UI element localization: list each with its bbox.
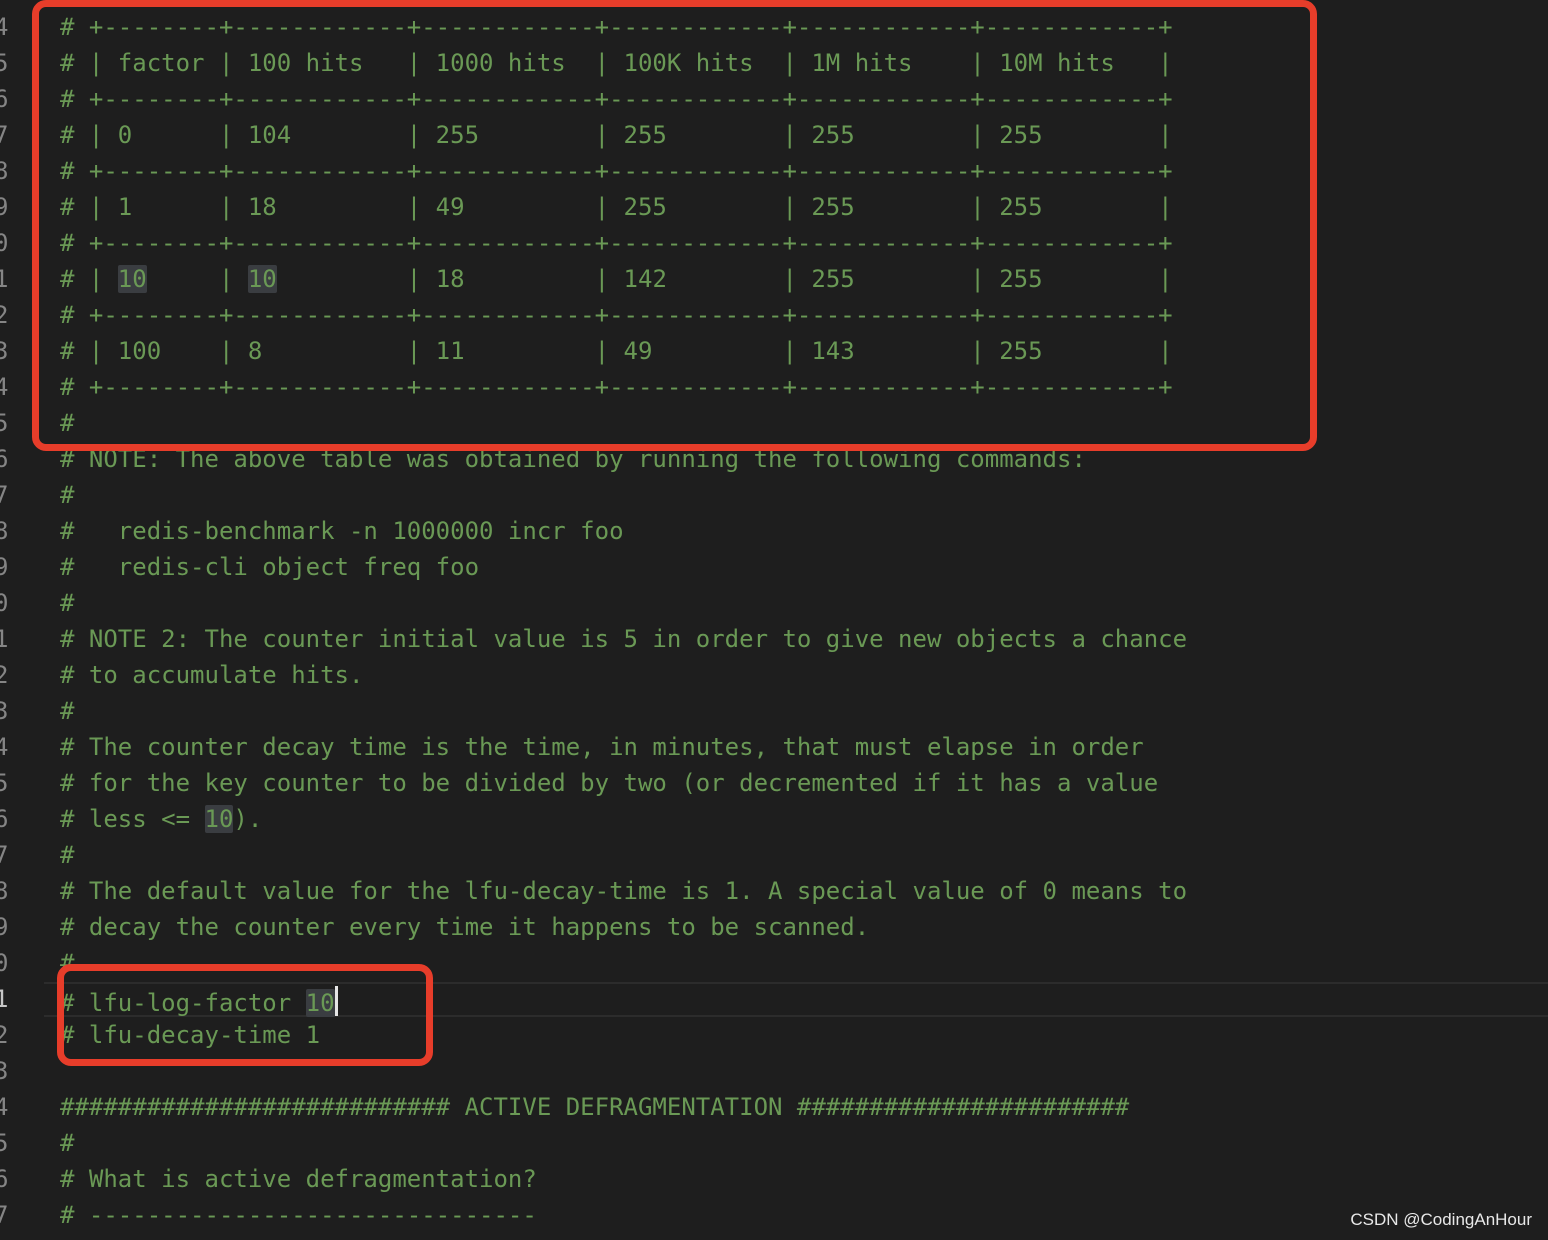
code-segment: # xyxy=(60,481,75,509)
code-line[interactable]: 9 # redis-cli object freq foo xyxy=(0,549,1548,585)
line-number: 5 xyxy=(0,49,9,77)
line-number: 0 xyxy=(0,229,9,257)
code-text: # less <= 10). xyxy=(60,805,263,833)
line-number: 6 xyxy=(0,805,9,833)
line-number: 7 xyxy=(0,481,9,509)
code-segment: # to accumulate hits. xyxy=(60,661,364,689)
code-line[interactable]: 8 # The default value for the lfu-decay-t… xyxy=(0,873,1548,909)
line-number: 5 xyxy=(0,769,9,797)
code-text: # NOTE 2: The counter initial value is 5… xyxy=(60,626,1187,652)
code-text: # redis-cli object freq foo xyxy=(60,554,479,580)
code-line[interactable]: 5 # xyxy=(0,1125,1548,1161)
code-line[interactable]: 4 ########################### ACTIVE DEFR… xyxy=(0,1089,1548,1125)
line-number: 4 xyxy=(0,1093,9,1121)
code-text: # xyxy=(60,698,74,724)
line-number: 8 xyxy=(0,877,9,905)
line-number: 3 xyxy=(0,1057,9,1085)
line-number: 2 xyxy=(0,301,9,329)
code-segment: # for the key counter to be divided by t… xyxy=(60,769,1159,797)
line-number: 5 xyxy=(0,1129,9,1157)
line-number: 2 xyxy=(0,1021,9,1049)
code-segment: # What is active defragmentation? xyxy=(60,1165,537,1193)
code-line[interactable]: 8 # redis-benchmark -n 1000000 incr foo xyxy=(0,513,1548,549)
line-number: 9 xyxy=(0,913,9,941)
code-line[interactable]: 2 # to accumulate hits. xyxy=(0,657,1548,693)
annotation-box-lfu-settings xyxy=(57,964,433,1066)
code-line[interactable]: 6 # less <= 10). xyxy=(0,801,1548,837)
code-line[interactable]: 9 # decay the counter every time it happe… xyxy=(0,909,1548,945)
line-number: 7 xyxy=(0,121,9,149)
match-highlight: 10 xyxy=(204,805,234,833)
code-segment: # ------------------------------- xyxy=(60,1201,537,1229)
code-text: # xyxy=(60,842,74,868)
code-line[interactable]: 4 # The counter decay time is the time, i… xyxy=(0,729,1548,765)
code-text: # to accumulate hits. xyxy=(60,662,363,688)
code-line[interactable]: 7 # xyxy=(0,477,1548,513)
code-text: # for the key counter to be divided by t… xyxy=(60,770,1158,796)
code-line[interactable]: 3 # xyxy=(0,693,1548,729)
code-segment: # less <= xyxy=(60,805,205,833)
code-line[interactable]: 6 # What is active defragmentation? xyxy=(0,1161,1548,1197)
code-text: # xyxy=(60,590,74,616)
line-number: 2 xyxy=(0,661,9,689)
line-number: 3 xyxy=(0,337,9,365)
line-number: 4 xyxy=(0,733,9,761)
line-number: 6 xyxy=(0,85,9,113)
line-number: 1 xyxy=(0,625,9,653)
line-number: 9 xyxy=(0,553,9,581)
line-number: 1 xyxy=(0,265,9,293)
line-number: 0 xyxy=(0,589,9,617)
code-text: # xyxy=(60,482,74,508)
code-segment: # decay the counter every time it happen… xyxy=(60,913,870,941)
line-number: 1 xyxy=(0,985,9,1013)
code-line[interactable]: 7 # ------------------------------- xyxy=(0,1197,1548,1233)
code-segment: # redis-cli object freq foo xyxy=(60,553,480,581)
line-number: 5 xyxy=(0,409,9,437)
line-number: 3 xyxy=(0,697,9,725)
line-number: 8 xyxy=(0,517,9,545)
code-segment: # xyxy=(60,1129,75,1157)
line-number: 0 xyxy=(0,949,9,977)
code-segment: # The default value for the lfu-decay-ti… xyxy=(60,877,1188,905)
code-text: # The default value for the lfu-decay-ti… xyxy=(60,878,1187,904)
line-number: 4 xyxy=(0,373,9,401)
code-text: # xyxy=(60,1130,74,1156)
code-text: # decay the counter every time it happen… xyxy=(60,914,869,940)
line-number: 6 xyxy=(0,445,9,473)
line-number: 7 xyxy=(0,841,9,869)
code-line[interactable]: 7 # xyxy=(0,837,1548,873)
code-segment: ########################### ACTIVE DEFRA… xyxy=(60,1093,1130,1121)
code-segment: # xyxy=(60,697,75,725)
line-number: 4 xyxy=(0,13,9,41)
code-segment: # The counter decay time is the time, in… xyxy=(60,733,1144,761)
code-segment: # xyxy=(60,841,75,869)
watermark: CSDN @CodingAnHour xyxy=(1350,1210,1532,1229)
annotation-box-frequency-table xyxy=(32,0,1317,451)
code-line[interactable]: 5 # for the key counter to be divided by … xyxy=(0,765,1548,801)
code-segment: # xyxy=(60,589,75,617)
code-editor[interactable]: 4 # +--------+------------+------------+-… xyxy=(0,0,1548,1240)
line-number: 9 xyxy=(0,193,9,221)
code-line[interactable]: 0 # xyxy=(0,585,1548,621)
line-number: 8 xyxy=(0,157,9,185)
code-segment: # NOTE 2: The counter initial value is 5… xyxy=(60,625,1188,653)
code-text: # What is active defragmentation? xyxy=(60,1166,537,1192)
line-number: 6 xyxy=(0,1165,9,1193)
code-text: # ------------------------------- xyxy=(60,1202,537,1228)
code-text: # redis-benchmark -n 1000000 incr foo xyxy=(60,518,624,544)
code-segment: ). xyxy=(233,805,263,833)
code-text: ########################### ACTIVE DEFRA… xyxy=(60,1094,1129,1120)
line-number: 7 xyxy=(0,1201,9,1229)
code-text: # The counter decay time is the time, in… xyxy=(60,734,1144,760)
code-segment: # redis-benchmark -n 1000000 incr foo xyxy=(60,517,624,545)
code-line[interactable]: 1 # NOTE 2: The counter initial value is … xyxy=(0,621,1548,657)
